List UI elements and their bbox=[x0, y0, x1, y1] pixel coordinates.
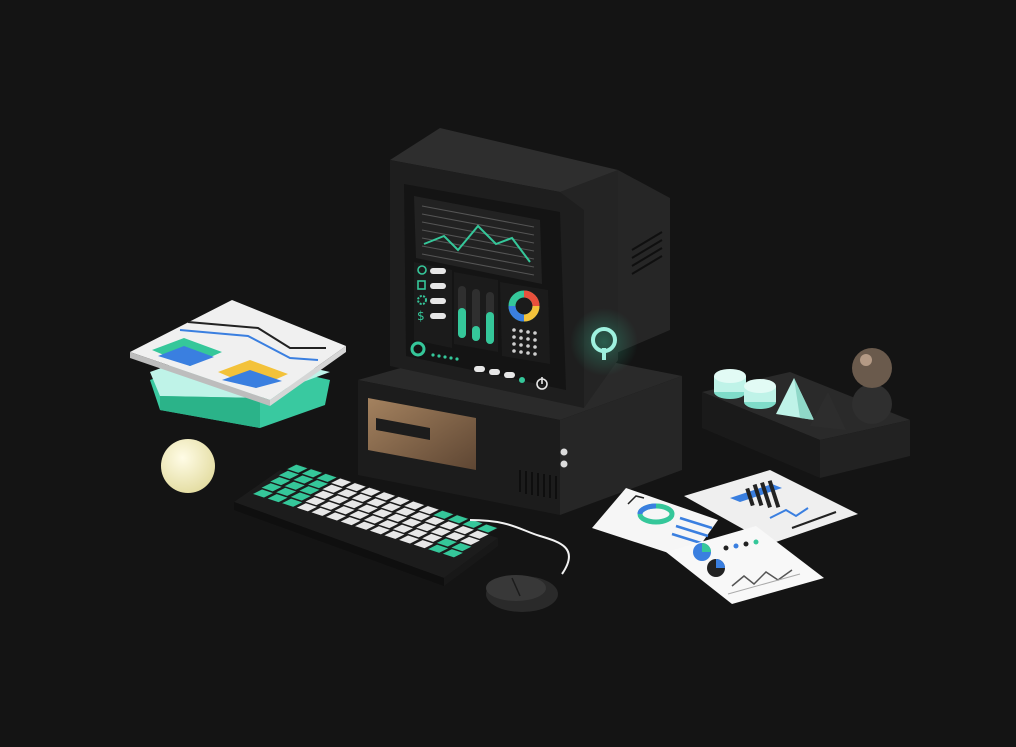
monitor: $ bbox=[390, 128, 670, 408]
scene-svg: $ bbox=[130, 128, 910, 612]
dark-sphere bbox=[852, 384, 892, 424]
tower-led-2 bbox=[560, 460, 568, 468]
slider-fill-2 bbox=[472, 326, 480, 341]
donut-panel bbox=[500, 282, 550, 364]
shelf bbox=[702, 348, 910, 478]
mouse bbox=[486, 575, 558, 612]
dollar-icon: $ bbox=[417, 309, 425, 323]
illustration-scene: $ bbox=[0, 0, 1016, 747]
slider-panel bbox=[454, 272, 498, 352]
light-orb bbox=[161, 439, 215, 493]
teal-cylinder-2 bbox=[744, 379, 776, 409]
bronze-sphere bbox=[852, 348, 892, 388]
teal-cylinder-1 bbox=[714, 369, 746, 399]
tower-led-1 bbox=[560, 448, 568, 456]
icon-panel: $ bbox=[414, 262, 452, 348]
slider-fill-3 bbox=[486, 312, 494, 344]
slider-fill-1 bbox=[458, 308, 466, 338]
document-back bbox=[684, 470, 858, 544]
